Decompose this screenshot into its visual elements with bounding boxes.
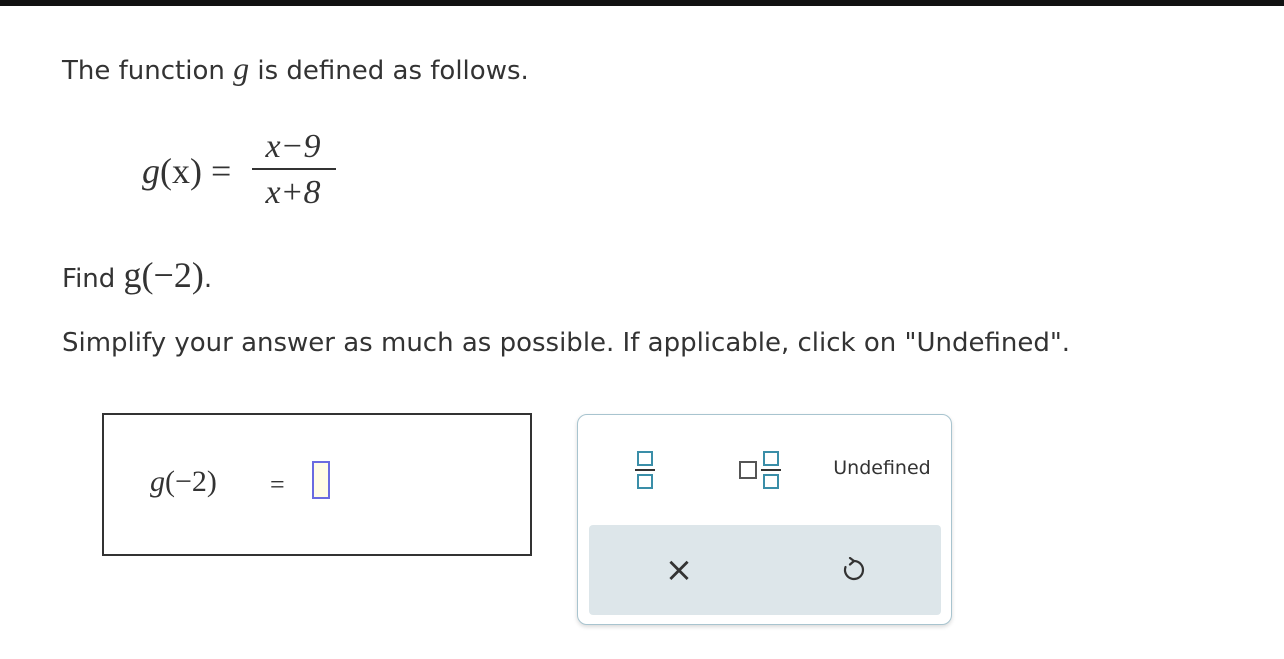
denominator: x+8 [265, 174, 321, 211]
find-text: Find g(−2). [62, 255, 213, 295]
undo-button[interactable] [814, 540, 894, 600]
intro-text: The function g is defined as follows. [62, 50, 529, 86]
math-keypad: Undefined × [577, 414, 952, 625]
top-border [0, 0, 1284, 6]
numerator: x−9 [265, 128, 321, 165]
keypad-action-bar: × [589, 525, 941, 615]
answer-equals: = [270, 470, 285, 499]
undo-icon [843, 557, 865, 581]
undefined-button[interactable]: Undefined [826, 445, 938, 491]
close-icon: × [664, 550, 694, 590]
mixed-number-icon [739, 451, 781, 489]
find-expression: g(−2) [123, 255, 204, 295]
fraction-icon [635, 451, 655, 489]
instruction-text: Simplify your answer as much as possible… [62, 328, 1071, 358]
function-name: g [233, 50, 250, 86]
answer-input[interactable] [312, 461, 330, 499]
fraction-bar [252, 168, 336, 170]
answer-area: g(−2) = [102, 413, 532, 556]
fraction-button[interactable] [620, 435, 670, 505]
mixed-number-button[interactable] [720, 435, 800, 505]
clear-button[interactable]: × [639, 540, 719, 600]
answer-expression: g(−2) [150, 465, 217, 498]
